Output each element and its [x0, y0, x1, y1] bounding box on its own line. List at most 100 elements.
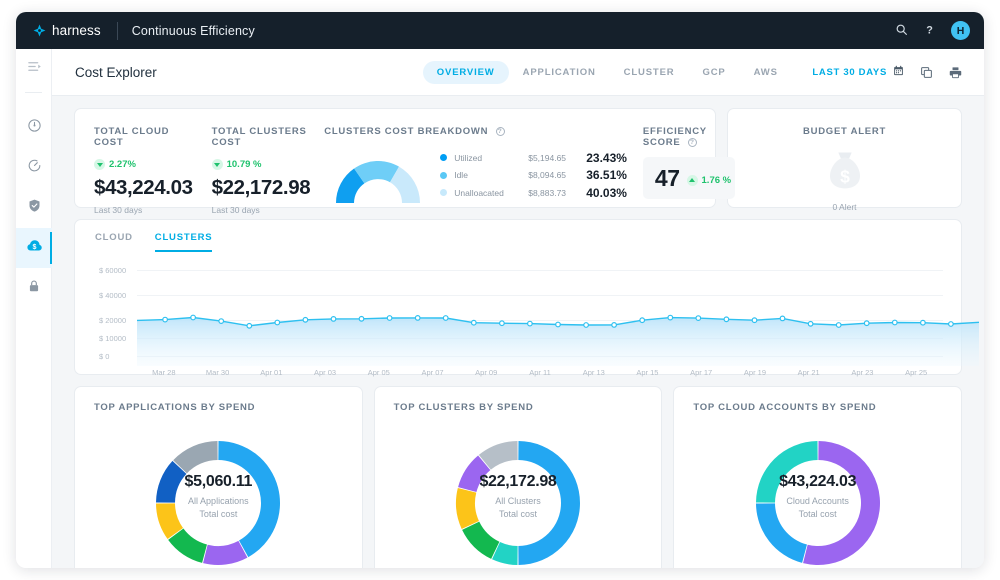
x-tick-label: Mar 28: [152, 368, 176, 377]
print-icon[interactable]: [949, 66, 962, 79]
tab-application[interactable]: APPLICATION: [509, 61, 610, 84]
sidebar-item-access-control[interactable]: [16, 268, 52, 308]
y-tick-label: $ 20000: [99, 316, 127, 325]
brand-name: harness: [52, 23, 101, 38]
x-tick-label: Mar 30: [205, 368, 230, 377]
x-tick-label: Apr 03: [313, 368, 337, 377]
x-tick-label: Apr 19: [743, 368, 767, 377]
efficiency-score-value: 47: [654, 164, 680, 191]
date-range-picker[interactable]: LAST 30 DAYS: [812, 65, 904, 79]
efficiency-score-title: EFFICIENCY SCORE: [642, 126, 707, 148]
donut-caption-1: All Applications: [188, 496, 249, 506]
data-point: [442, 315, 449, 321]
y-tick-label: $ 10000: [99, 334, 127, 343]
total-clusters-cost-change: 10.79 %: [211, 159, 261, 170]
data-point: [555, 321, 561, 328]
sub-header: Cost Explorer OVERVIEW APPLICATION CLUST…: [52, 49, 984, 96]
date-range-label: LAST 30 DAYS: [812, 66, 887, 78]
card-title: TOP APPLICATIONS BY SPEND: [94, 402, 256, 413]
module-title: Continuous Efficiency: [131, 23, 255, 38]
kpi-summary-card: TOTAL CLOUD COST 2.27% $43,224.03 Last 3…: [74, 108, 735, 215]
money-bag-icon: $: [825, 149, 865, 196]
info-icon[interactable]: ?: [495, 127, 505, 136]
calendar-icon: [893, 65, 904, 79]
data-point: [807, 320, 814, 327]
data-point: [611, 321, 618, 328]
total-clusters-cost-label: TOTAL CLUSTERS COST: [211, 126, 307, 148]
legend-label: Utilized: [454, 152, 483, 163]
menu-collapse-icon: [27, 59, 42, 79]
info-icon[interactable]: ?: [687, 138, 697, 147]
total-cloud-cost-label: TOTAL CLOUD COST: [94, 126, 170, 148]
tab-gcp[interactable]: GCP: [688, 61, 739, 84]
sidebar-item-deployments[interactable]: [16, 148, 52, 188]
lock-icon: [27, 279, 41, 298]
donut-total: $43,224.03: [779, 473, 857, 490]
data-point: [358, 315, 365, 322]
legend-percent: 36.51%: [586, 168, 627, 183]
donut-caption-1: All Clusters: [495, 496, 541, 506]
donut-slice[interactable]: [462, 521, 500, 559]
screenshot-root: harness Continuous Efficiency ? H $ Cost…: [0, 0, 1000, 580]
kpi-row: TOTAL CLOUD COST 2.27% $43,224.03 Last 3…: [74, 108, 962, 215]
help-icon[interactable]: ?: [923, 23, 936, 38]
data-point: [723, 316, 730, 323]
sidebar-item-security[interactable]: [16, 188, 52, 228]
legend-row: Utilized $5,194.65 23.43%: [440, 149, 627, 167]
legend-amount: $5,194.65: [528, 152, 567, 163]
data-point: [414, 315, 421, 321]
legend-percent: 23.43%: [586, 150, 627, 165]
donut-total: $22,172.98: [479, 473, 557, 490]
data-point: [695, 315, 702, 321]
donut-slice[interactable]: [203, 540, 248, 565]
total-cloud-cost-change-value: 2.27%: [109, 159, 136, 170]
donut-chart: $5,060.11 All Applications Total cost: [138, 423, 298, 568]
budget-alert-label: BUDGET ALERT: [802, 126, 887, 137]
brand-logo[interactable]: harness: [16, 23, 101, 38]
rail-spacer: [16, 96, 51, 108]
x-tick-label: Apr 09: [475, 368, 498, 377]
sidebar-item-menu[interactable]: [16, 49, 52, 89]
avatar[interactable]: H: [951, 21, 970, 40]
data-point: [891, 319, 898, 326]
tab-cluster[interactable]: CLUSTER: [610, 61, 689, 84]
x-tick-label: Apr 11: [529, 368, 551, 377]
total-cloud-cost-metric: TOTAL CLOUD COST 2.27% $43,224.03 Last 3…: [75, 109, 193, 215]
breakdown-legend: Utilized $5,194.65 23.43% Idle $8,094.65…: [440, 143, 627, 205]
shield-icon: [27, 198, 42, 218]
legend-color-dot: [440, 171, 448, 179]
clusters-cost-breakdown: CLUSTERS COST BREAKDOWN ? Utilized $5,19…: [310, 109, 627, 207]
legend-amount: $8,094.65: [528, 170, 567, 181]
data-point: [190, 314, 196, 321]
harness-logo-icon: [33, 24, 46, 37]
efficiency-score-change: 1.76 %: [686, 174, 731, 186]
x-tick-label: Apr 07: [421, 368, 444, 377]
total-clusters-cost-metric: TOTAL CLUSTERS COST 10.79 % $22,172.98 L…: [193, 109, 311, 215]
x-tick-label: Apr 25: [905, 368, 928, 377]
legend-percent: 40.03%: [586, 185, 627, 200]
data-point: [274, 319, 281, 326]
total-cloud-cost-change: 2.27%: [94, 159, 136, 170]
y-tick-label: $ 40000: [99, 291, 127, 300]
tab-aws[interactable]: AWS: [740, 61, 792, 84]
top-clusters-by-spend-card: TOP CLUSTERS BY SPEND $22,172.98 All Clu…: [373, 386, 663, 568]
donut-caption-2: Total cost: [498, 509, 538, 519]
legend-label: Unalloacated: [454, 187, 504, 198]
page-title: Cost Explorer: [75, 64, 157, 80]
efficiency-score-metric: EFFICIENCY SCORE ? 47 1.76 %: [627, 109, 735, 207]
dashboard-icon: [27, 118, 42, 138]
tab-cloud[interactable]: CLOUD: [95, 232, 133, 252]
search-icon[interactable]: [895, 23, 908, 38]
tab-clusters[interactable]: CLUSTERS: [154, 232, 213, 252]
top-navigation-bar: harness Continuous Efficiency ? H: [16, 12, 984, 49]
sidebar-item-dashboard[interactable]: [16, 108, 52, 148]
data-point: [499, 320, 505, 327]
copy-icon[interactable]: [920, 66, 933, 79]
x-tick-label: Apr 17: [690, 368, 713, 377]
sidebar-item-cloud-cost[interactable]: $: [16, 228, 52, 268]
top-applications-by-spend-card: TOP APPLICATIONS BY SPEND $5,060.11 All …: [74, 386, 363, 568]
trend-series-path: [137, 314, 979, 366]
data-point: [751, 317, 758, 324]
tab-overview[interactable]: OVERVIEW: [422, 60, 509, 84]
budget-alert-card: BUDGET ALERT $ 0 Alert: [727, 108, 962, 212]
